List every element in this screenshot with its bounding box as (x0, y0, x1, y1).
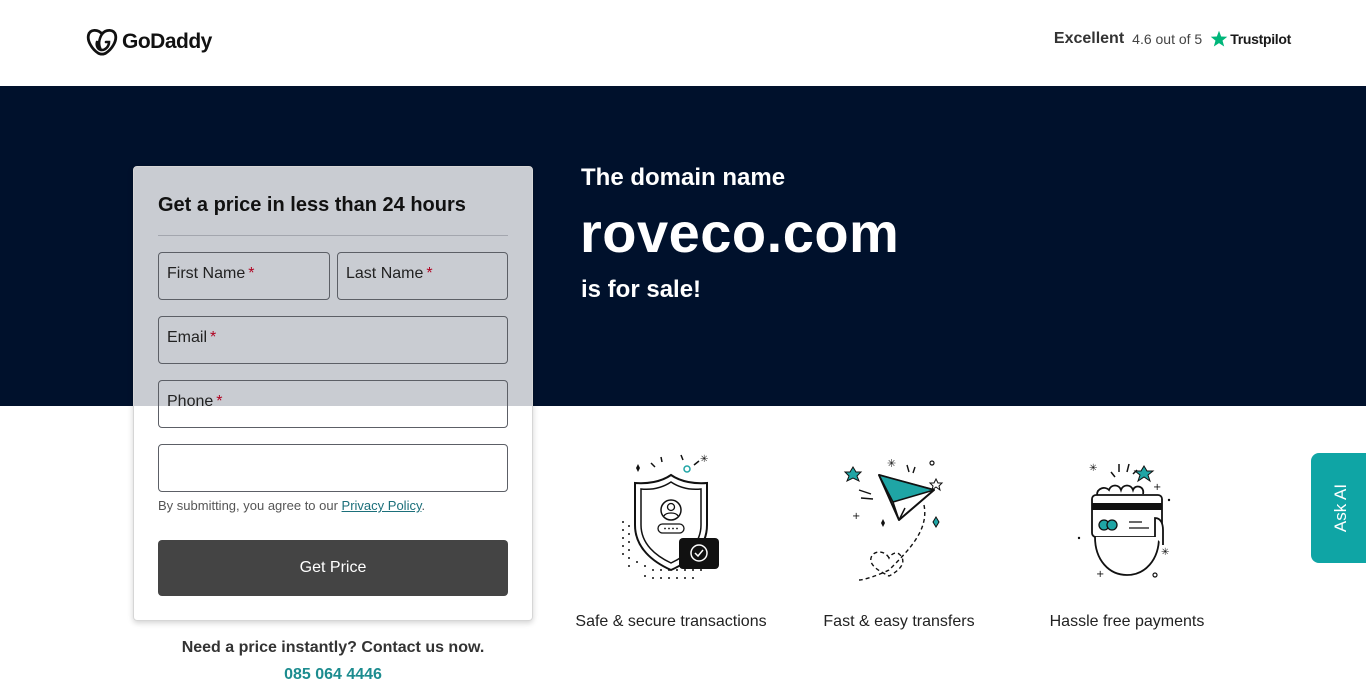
godaddy-logo[interactable]: GoDaddy (86, 28, 212, 56)
shield-icon: ✳ (622, 454, 719, 579)
email-label: Email * (167, 329, 217, 346)
feature-payments: ✳ ✳ + + Hassle free payments (1017, 450, 1237, 640)
last-name-label: Last Name * (346, 265, 433, 282)
price-request-form: Get a price in less than 24 hours First … (133, 166, 533, 621)
feature-secure: ✳ Safe & secure transactions (561, 450, 781, 640)
phone-field[interactable]: Phone * (158, 380, 508, 428)
trustpilot-name: Trustpilot (1230, 31, 1291, 47)
additional-field[interactable] (158, 444, 508, 492)
site-header: GoDaddy Excellent 4.6 out of 5 Trustpilo… (0, 0, 1366, 86)
svg-text:✳: ✳ (1161, 547, 1169, 558)
first-name-label: First Name * (167, 265, 255, 282)
svg-text:+: + (1096, 569, 1104, 580)
svg-text:+: + (852, 511, 860, 522)
form-divider (158, 235, 508, 236)
paper-plane-icon: ✳ + (843, 457, 944, 581)
get-price-button[interactable]: Get Price (158, 540, 508, 596)
feature-caption: Safe & secure transactions (575, 613, 767, 630)
rating-word: Excellent (1053, 30, 1125, 47)
hero-outro: is for sale! (581, 276, 702, 303)
svg-text:✳: ✳ (887, 457, 896, 470)
consent-text: By submitting, you agree to our Privacy … (158, 498, 426, 513)
hero-domain-name: roveco.com (580, 201, 900, 264)
feature-transfers: ✳ + Fast & easy transfers (789, 450, 1009, 640)
rating-score: 4.6 out of 5 (1132, 31, 1203, 47)
contact-phone-link[interactable]: 085 064 4446 (133, 666, 533, 681)
privacy-policy-link[interactable]: Privacy Policy (342, 498, 422, 513)
trustpilot-star-icon (1210, 30, 1228, 47)
hero-intro: The domain name (581, 164, 786, 191)
feature-caption: Hassle free payments (1049, 613, 1205, 630)
godaddy-logo-icon (86, 28, 118, 56)
feature-caption: Fast & easy transfers (823, 613, 975, 630)
ask-ai-button[interactable]: Ask AI (1311, 453, 1366, 563)
last-name-field[interactable]: Last Name * (337, 252, 508, 300)
svg-text:✳: ✳ (1089, 463, 1097, 474)
form-title: Get a price in less than 24 hours (158, 194, 466, 216)
svg-text:+: + (1153, 482, 1161, 493)
ask-ai-label: Ask AI (1331, 483, 1350, 533)
svg-text:✳: ✳ (700, 454, 708, 465)
credit-card-icon: ✳ ✳ + + (1077, 463, 1171, 580)
first-name-field[interactable]: First Name * (158, 252, 330, 300)
logo-text: GoDaddy (122, 30, 212, 53)
email-field[interactable]: Email * (158, 316, 508, 364)
phone-label: Phone * (167, 393, 223, 410)
contact-prompt: Need a price instantly? Contact us now. (181, 639, 485, 656)
trustpilot-rating[interactable]: Excellent 4.6 out of 5 Trustpilot (1054, 30, 1291, 48)
